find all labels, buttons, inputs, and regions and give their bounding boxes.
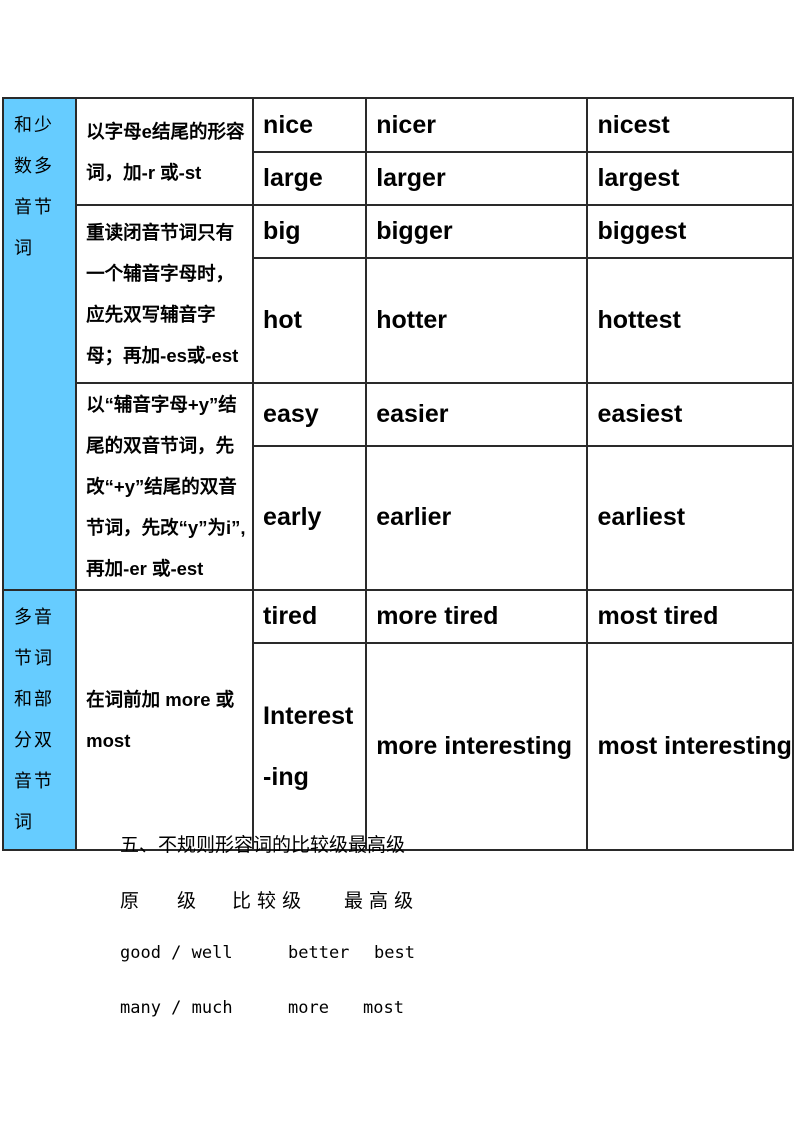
superlative-cell: hottest [586,257,794,384]
positive-cell: Interest-ing [252,642,368,851]
positive-cell: large [252,151,368,206]
rule-cell: 在词前加 more 或 most [75,589,255,851]
superlative-cell: easiest [586,382,794,447]
superlative-cell: earliest [586,444,794,592]
category-cell: 多音节词和部分双音节词 [1,589,78,851]
superlative-cell: most interesting [586,642,794,851]
positive-cell: hot [252,257,368,384]
rule-text: 在词前加 more 或 most [86,689,235,751]
superlative-cell: largest [586,151,794,206]
rule-cell: 以“辅音字母+y”结尾的双音节词，先改“+y”结尾的双音节词，先改“y”为i”,… [75,382,255,591]
comparative-cell: easier [365,382,589,447]
rule-text: 重读闭音节词只有一个辅音字母时，应先双写辅音字母；再加-es或-est [86,222,239,366]
rule-text: 以“辅音字母+y”结尾的双音节词，先改“+y”结尾的双音节词，先改“y”为i”,… [86,394,246,579]
header-comparative: 比 较 级 [232,890,302,912]
irregular-comparative: more [288,998,329,1018]
superlative-cell: nicest [586,97,794,153]
irregular-row: many / much more most [120,998,404,1018]
positive-cell: big [252,204,368,259]
rule-text: 以字母e结尾的形容词，加-r 或-st [86,120,245,183]
irregular-positive: many / much [120,998,233,1018]
positive-cell: tired [252,589,368,644]
irregular-row: good / well better best [120,943,415,963]
section-heading: 五、不规则形容词的比较级最高级 [120,834,406,856]
comparison-rules-table: 和少数多音节词 以字母e结尾的形容词，加-r 或-st nice nicer n… [1,97,794,851]
positive-cell: early [252,444,368,592]
comparative-cell: more tired [365,589,589,644]
irregular-superlative: best [374,943,415,963]
irregular-comparative: better [288,943,350,963]
irregular-superlative: most [363,998,404,1018]
positive-word: Interest-ing [263,701,354,791]
superlative-cell: most tired [586,589,794,644]
positive-cell: easy [252,382,368,447]
rule-cell: 重读闭音节词只有一个辅音字母时，应先双写辅音字母；再加-es或-est [75,204,255,384]
header-positive: 原 级 [120,890,197,912]
comparative-cell: hotter [365,257,589,384]
category-label: 多音节词和部分双音节词 [14,607,54,833]
irregular-header-row: 原 级比 较 级最 高 级 [120,886,413,913]
category-label: 和少数多音节词 [14,115,54,259]
comparative-cell: nicer [365,97,589,153]
header-superlative: 最 高 级 [344,890,414,912]
rule-cell: 以字母e结尾的形容词，加-r 或-st [75,97,255,206]
comparative-cell: earlier [365,444,589,592]
category-cell: 和少数多音节词 [1,97,78,591]
comparative-cell: larger [365,151,589,206]
comparative-cell: bigger [365,204,589,259]
comparative-cell: more interesting [365,642,589,851]
irregular-positive: good / well [120,943,233,963]
positive-cell: nice [252,97,368,153]
superlative-cell: biggest [586,204,794,259]
